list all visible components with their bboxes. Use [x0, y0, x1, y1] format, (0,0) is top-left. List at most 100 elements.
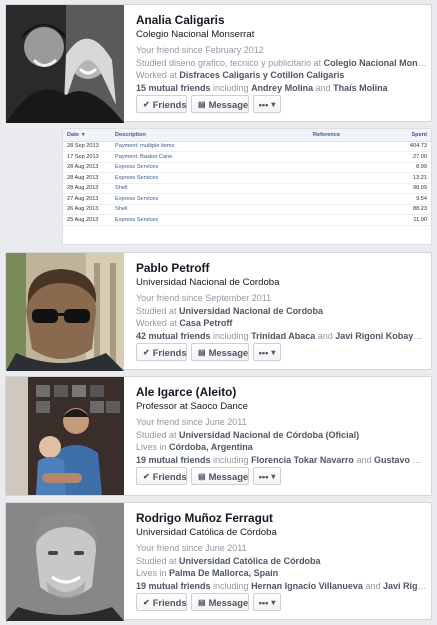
mutual-friend-link[interactable]: Thaís Molina — [333, 83, 388, 93]
table-row: 28 Sep 2013 Payment: multiple items 404.73 — [63, 141, 431, 152]
location-link[interactable]: Palma De Mallorca, Spain — [169, 568, 278, 578]
friend-work: Worked at Disfraces Caligaris y Cotillon… — [136, 69, 427, 82]
friend-mutual: 19 mutual friends including Hernan Ignac… — [136, 580, 427, 593]
friend-subtitle: Colegio Nacional Monserrat — [136, 29, 255, 40]
education-prefix: Studied at — [136, 305, 180, 316]
message-button[interactable]: ▤ Message — [191, 343, 249, 361]
check-icon: ✔ — [143, 347, 150, 357]
column-header-date[interactable]: Date ▼ — [63, 129, 111, 142]
friend-education: Studied at Universidad Nacional de Cordo… — [136, 305, 427, 318]
message-button[interactable]: ▤ Message — [191, 593, 249, 611]
mutual-including: including — [210, 580, 252, 591]
message-icon: ▤ — [198, 99, 206, 109]
education-link[interactable]: Universidad Nacional de Cordoba — [179, 306, 323, 316]
mutual-friend-link[interactable]: Hernan Ignacio Villanueva — [251, 581, 363, 591]
cell-description[interactable]: Express Services — [111, 162, 309, 173]
mutual-count[interactable]: 42 mutual friends — [136, 331, 211, 341]
cell-description[interactable]: Express Services — [111, 172, 309, 184]
friend-education: Studied diseno grafico, tecnico y public… — [136, 57, 427, 70]
education-prefix: Studied at — [136, 555, 180, 566]
mutual-count[interactable]: 19 mutual friends — [136, 581, 211, 591]
cell-reference — [309, 172, 381, 184]
mutual-friend-link[interactable]: Andrey Molina — [251, 83, 313, 93]
friends-button[interactable]: ✔ Friends — [136, 593, 187, 611]
message-button[interactable]: ▤ Message — [191, 95, 249, 113]
cell-spent: 11.90 — [380, 214, 431, 226]
cell-description[interactable]: Shell — [111, 183, 309, 194]
message-button-label: Message — [208, 470, 249, 482]
work-prefix: Worked at — [136, 318, 180, 328]
friend-since: Your friend since June 2011 — [136, 417, 247, 427]
mutual-including: including — [210, 454, 252, 465]
education-prefix: Studied at — [136, 429, 180, 440]
more-dots: ••• — [258, 470, 269, 482]
more-options-button[interactable]: ••• ▾ — [253, 467, 281, 485]
check-icon: ✔ — [143, 471, 150, 481]
sort-arrow-icon: ▼ — [80, 131, 86, 138]
transaction-table: Date ▼ Description Reference Spent 28 Se… — [62, 128, 432, 245]
work-prefix: Worked at — [136, 70, 180, 80]
friend-location: Lives in Córdoba, Argentina — [136, 441, 427, 454]
cell-description[interactable]: Shell — [111, 204, 309, 215]
profile-photo-image — [6, 5, 124, 123]
friend-since: Your friend since September 2011 — [136, 293, 272, 303]
mutual-friend-link[interactable]: Florencia Tokar Navarro — [251, 455, 354, 465]
cell-date: 28 Aug 2013 — [63, 162, 111, 173]
mutual-friend-link[interactable]: Gustavo Ga... — [374, 455, 427, 465]
mutual-friend-link[interactable]: Javi Rigoni... — [383, 581, 427, 591]
friend-name[interactable]: Ale Igarce (Aleito) — [136, 385, 427, 399]
more-options-button[interactable]: ••• ▾ — [253, 343, 281, 361]
friend-card: Ale Igarce (Aleito) Professor at Saoco D… — [5, 376, 432, 496]
cell-date: 28 Aug 2013 — [63, 172, 111, 184]
more-options-button[interactable]: ••• ▾ — [253, 95, 281, 113]
friends-button-label: Friends — [152, 596, 187, 608]
cell-date: 28 Aug 2013 — [63, 183, 111, 194]
column-header-description[interactable]: Description — [111, 129, 309, 142]
mutual-and: and — [315, 330, 336, 341]
message-icon: ▤ — [198, 347, 206, 357]
friends-button[interactable]: ✔ Friends — [136, 95, 187, 113]
education-link[interactable]: Universidad Nacional de Córdoba (Oficial… — [179, 430, 359, 440]
friends-button[interactable]: ✔ Friends — [136, 467, 187, 485]
friends-button[interactable]: ✔ Friends — [136, 343, 187, 361]
message-button[interactable]: ▤ Message — [191, 467, 249, 485]
work-link[interactable]: Disfraces Caligaris y Cotillon Caligaris — [179, 70, 344, 80]
cell-description[interactable]: Payment: multiple items — [111, 141, 309, 152]
profile-photo[interactable] — [6, 5, 124, 123]
friend-mutual: 42 mutual friends including Trinidad Aba… — [136, 330, 427, 343]
cell-date: 28 Sep 2013 — [63, 141, 111, 152]
friend-name[interactable]: Analia Caligaris — [136, 13, 427, 27]
friend-subtitle: Universidad Católica de Córdoba — [136, 527, 277, 538]
friend-card: Rodrigo Muñoz Ferragut Universidad Catól… — [5, 502, 432, 621]
table-row: 28 Aug 2013 Shell 98.09 — [63, 183, 431, 194]
column-header-reference[interactable]: Reference — [309, 129, 381, 142]
work-link[interactable]: Casa Petroff — [179, 318, 232, 328]
friend-work: Worked at Casa Petroff — [136, 317, 427, 330]
check-icon: ✔ — [143, 597, 150, 607]
cell-description[interactable]: Payment: Basket Cane — [111, 151, 309, 163]
friend-mutual: 19 mutual friends including Florencia To… — [136, 454, 427, 467]
cell-spent: 27.00 — [380, 151, 431, 163]
friend-name[interactable]: Pablo Petroff — [136, 261, 427, 275]
friend-since: Your friend since February 2012 — [136, 45, 264, 55]
profile-photo[interactable] — [6, 377, 124, 495]
mutual-friend-link[interactable]: Trinidad Abaca — [251, 331, 315, 341]
location-link[interactable]: Córdoba, Argentina — [169, 442, 253, 452]
education-link[interactable]: Universidad Católica de Córdoba — [179, 556, 321, 566]
cell-description[interactable]: Express Services — [111, 214, 309, 226]
cell-date: 27 Aug 2013 — [63, 193, 111, 205]
mutual-count[interactable]: 15 mutual friends — [136, 83, 211, 93]
column-header-spent[interactable]: Spent — [380, 129, 431, 142]
cell-description[interactable]: Express Services — [111, 193, 309, 205]
friend-name[interactable]: Rodrigo Muñoz Ferragut — [136, 511, 427, 525]
education-link[interactable]: Colegio Nacional Monse... — [324, 58, 427, 68]
more-options-button[interactable]: ••• ▾ — [253, 593, 281, 611]
more-dots: ••• — [258, 346, 269, 358]
friends-button-label: Friends — [152, 98, 187, 110]
profile-photo[interactable] — [6, 253, 124, 371]
mutual-count[interactable]: 19 mutual friends — [136, 455, 211, 465]
profile-photo[interactable] — [6, 503, 124, 621]
mutual-including: including — [210, 82, 252, 93]
mutual-friend-link[interactable]: Javi Rigoni Kobayashi — [335, 331, 427, 341]
profile-photo-image — [6, 503, 124, 621]
